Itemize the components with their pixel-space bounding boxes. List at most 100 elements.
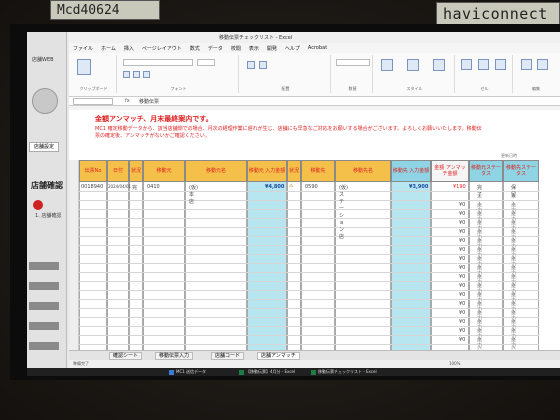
table-cell[interactable]: ¥190 [453,184,466,190]
menu-item[interactable]: ヘルプ [285,45,300,52]
column-body[interactable] [469,182,503,350]
worksheet[interactable]: 金額アンマッチ、月末最終案内です。 MC1 確定移動データから、該当店舗側での場… [69,110,560,350]
sheet-tab[interactable]: 確認シート [109,352,143,360]
amount-cell[interactable]: ¥0 [459,238,465,244]
col-header[interactable]: 伝票No [79,160,107,182]
amount-cell[interactable]: ¥0 [459,229,465,235]
insert-cells-icon[interactable] [461,59,472,70]
menu-item[interactable]: 数式 [190,45,200,52]
row-line [79,335,539,336]
name-box[interactable] [73,98,113,105]
menu-item[interactable]: 挿入 [124,45,134,52]
avatar[interactable] [32,88,58,114]
side-bar-item[interactable] [29,262,59,270]
status-cell[interactable]: 未入力 [511,337,516,350]
paste-icon[interactable] [77,59,91,75]
amount-cell[interactable]: ¥0 [459,211,465,217]
taskbar-item[interactable]: 移動伝票チェックリスト - Excel [309,369,379,375]
column-body[interactable] [247,182,287,350]
column-body[interactable] [185,182,247,350]
autosum-icon[interactable] [521,59,532,70]
amount-cell[interactable]: ¥0 [459,274,465,280]
amount-cell[interactable]: ¥0 [459,247,465,253]
menu-item[interactable]: Acrobat [308,45,327,51]
amount-cell[interactable]: ¥0 [459,292,465,298]
column-body[interactable] [107,182,129,350]
col-header[interactable]: 移動先 入力金額 [391,160,431,182]
amount-cell[interactable]: ¥0 [459,319,465,325]
col-header[interactable]: 移動元 [143,160,185,182]
amount-cell[interactable]: ¥0 [459,337,465,343]
column-body[interactable] [79,182,107,350]
italic-icon[interactable] [133,71,140,78]
col-header[interactable]: 状況 [287,160,301,182]
menu-item[interactable]: 表示 [249,45,259,52]
find-icon[interactable] [537,59,548,70]
side-sub-item[interactable]: 1. 店舗確認 [35,212,61,219]
table-cell[interactable]: (仮)本店 [189,184,198,205]
zoom-level[interactable]: 100% [449,361,460,366]
bold-icon[interactable] [123,71,130,78]
column-body[interactable] [391,182,431,350]
side-bar-item[interactable] [29,282,59,290]
menu-item[interactable]: ページレイアウト [142,45,182,52]
amount-cell[interactable]: ¥0 [459,202,465,208]
menu-item[interactable]: ホーム [101,45,116,52]
table-cell[interactable]: 0410 [147,184,160,190]
conditional-format-icon[interactable] [381,59,393,71]
amount-cell[interactable]: ¥0 [459,283,465,289]
font-name-select[interactable] [123,59,193,66]
number-format-select[interactable] [336,59,370,66]
format-table-icon[interactable] [407,59,419,71]
table-cell[interactable]: 0590 [305,184,318,190]
menu-item[interactable]: 校閲 [231,45,241,52]
sheet-tab[interactable]: 移動伝票入力 [155,352,194,360]
underline-icon[interactable] [143,71,150,78]
col-header[interactable]: 移動先名 [335,160,391,182]
table-cell[interactable]: 2024/04/01 [108,184,131,189]
status-cell[interactable]: 未入力 [477,337,482,350]
table-cell[interactable]: 0018940 [81,184,103,190]
side-bar-item[interactable] [29,342,59,350]
col-header[interactable]: 移動元名 [185,160,247,182]
menu-item[interactable]: データ [208,45,223,52]
col-header[interactable]: 日付 [107,160,129,182]
align-icon[interactable] [247,61,255,69]
format-cells-icon[interactable] [495,59,506,70]
table-cell[interactable]: 完 [132,184,137,191]
wrap-icon[interactable] [259,61,267,69]
col-header[interactable]: 移動先ステータス [503,160,539,182]
amount-cell[interactable]: ¥0 [459,256,465,262]
amount-cell[interactable]: ¥0 [459,220,465,226]
menu-item[interactable]: 開発 [267,45,277,52]
column-body[interactable] [503,182,539,350]
amount-cell[interactable]: ¥0 [459,265,465,271]
col-header[interactable]: 移動元ステータス [469,160,503,182]
taskbar-item[interactable]: MC1 送信データ [167,369,208,375]
side-bar-item[interactable] [29,302,59,310]
delete-cells-icon[interactable] [478,59,489,70]
column-body[interactable] [287,182,301,350]
column-body[interactable] [129,182,143,350]
col-header[interactable]: 移動先 [301,160,335,182]
amount-cell[interactable]: ¥0 [459,301,465,307]
font-size-select[interactable] [197,59,215,66]
column-body[interactable] [143,182,185,350]
side-bar-item[interactable] [29,322,59,330]
cell-style-icon[interactable] [433,59,445,71]
table-cell[interactable]: (仮)ステーション店 [339,184,348,240]
menu-item[interactable]: ファイル [73,45,93,52]
table-cell[interactable]: ¥3,900 [409,184,428,190]
column-body[interactable] [301,182,335,350]
taskbar-item[interactable]: 【移動伝票】4月分 - Excel [237,369,297,375]
amount-cell[interactable]: ¥0 [459,310,465,316]
col-header[interactable]: 金額 アンマッチ金額 [431,160,469,182]
col-header[interactable]: 状況 [129,160,143,182]
col-header[interactable]: 移動元 入力金額 [247,160,287,182]
sheet-tab[interactable]: 店舗コード [211,352,245,360]
amount-cell[interactable]: ¥0 [459,328,465,334]
formula-input[interactable]: 移動伝票 [139,98,159,105]
table-cell[interactable]: ¥4,800 [265,184,284,190]
store-settings-button[interactable]: 店舗設定 [29,142,59,152]
sheet-tab[interactable]: 店舗アンマッチ [257,352,300,360]
